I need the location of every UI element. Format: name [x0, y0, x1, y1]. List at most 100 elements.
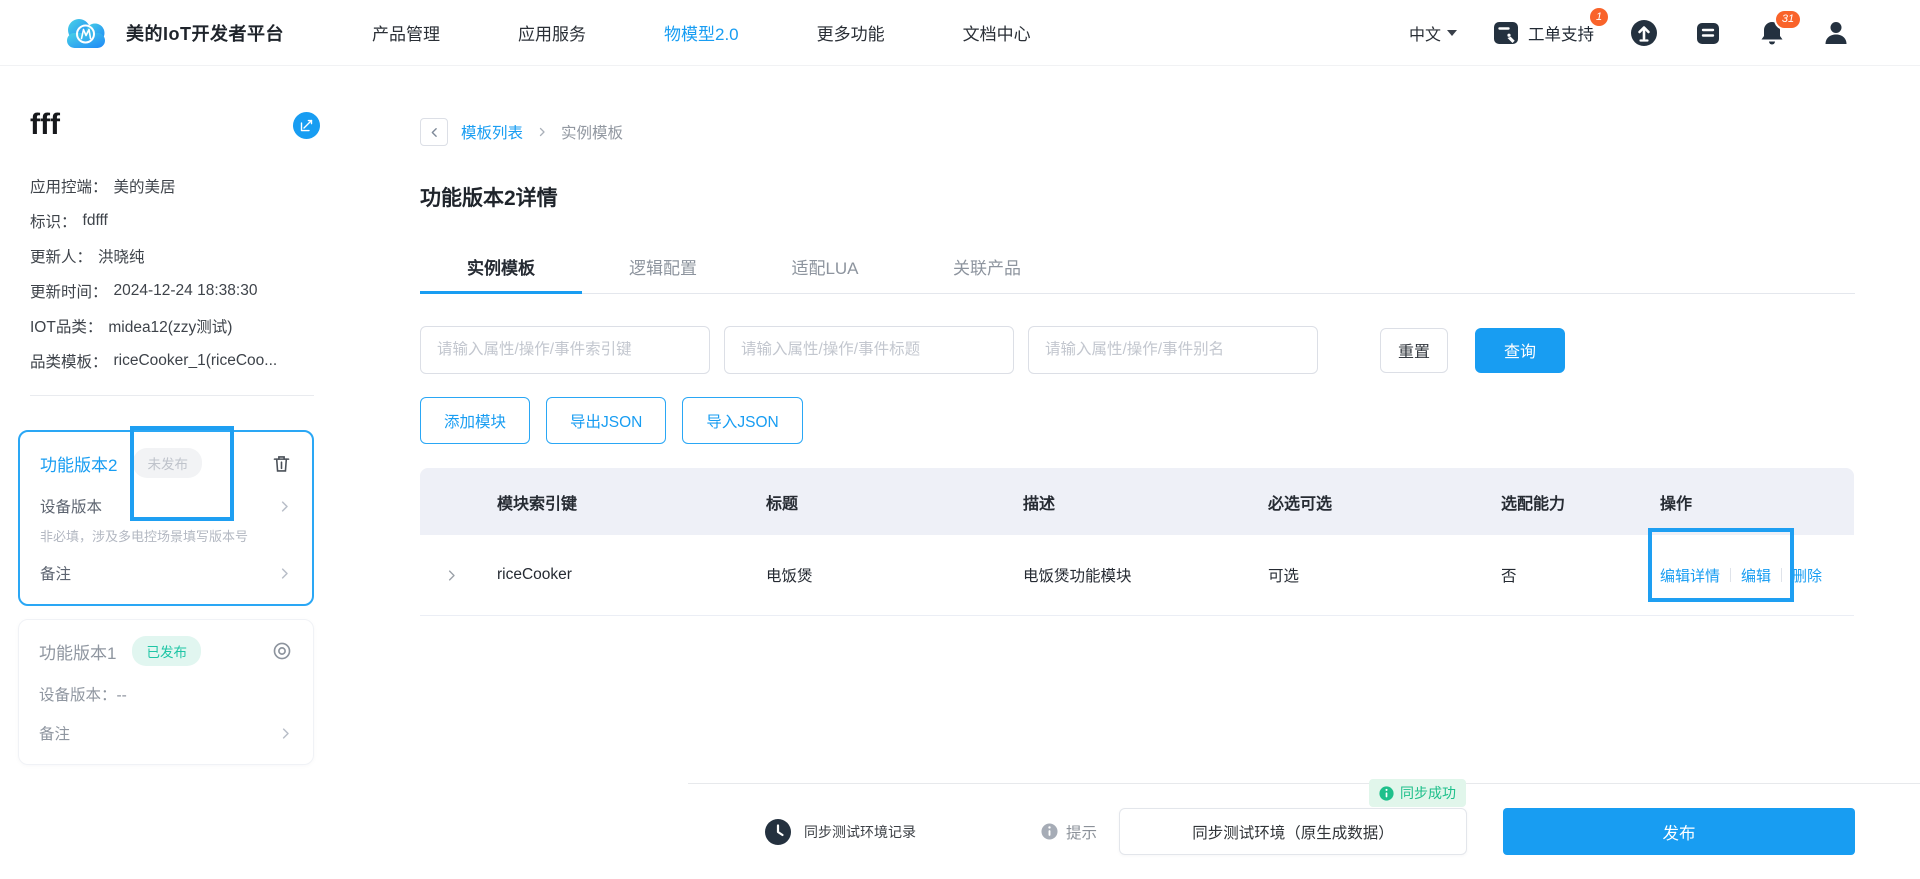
status-badge-published: 已发布 [132, 636, 201, 666]
cell-optional-ability: 否 [1501, 564, 1660, 586]
nav-product-management[interactable]: 产品管理 [372, 20, 440, 45]
cell-actions: 编辑详情 编辑 删除 [1660, 565, 1854, 586]
template-details: 应用控端：美的美居 标识：fdfff 更新人：洪晓纯 更新时间：2024-12-… [30, 168, 314, 378]
col-optional-ability: 选配能力 [1501, 490, 1660, 514]
upload-circle-icon [1630, 19, 1658, 47]
brand: 美的IoT开发者平台 [62, 14, 284, 52]
toast-label: 同步成功 [1400, 783, 1456, 803]
sync-record-button[interactable]: 同步测试环境记录 [764, 818, 916, 846]
cell-title: 电饭煲 [766, 564, 1023, 586]
version-name[interactable]: 功能版本1 [39, 639, 116, 664]
tab-instance-template[interactable]: 实例模板 [420, 254, 582, 293]
cell-description: 电饭煲功能模块 [1023, 564, 1268, 586]
sync-success-toast: 同步成功 [1369, 779, 1466, 807]
device-version-hint: 非必填，涉及多电控场景填写版本号 [40, 526, 292, 545]
row-expand-button[interactable] [420, 568, 497, 583]
detail-iot-category: IOT品类：midea12(zzy测试) [30, 308, 314, 343]
view-version-button[interactable] [271, 640, 293, 662]
account-button[interactable] [1822, 19, 1850, 47]
chevron-right-icon [277, 566, 292, 581]
edit-detail-link[interactable]: 编辑详情 [1660, 565, 1720, 586]
delete-link[interactable]: 删除 [1792, 565, 1822, 586]
nav-more-features[interactable]: 更多功能 [817, 20, 885, 45]
device-version-row[interactable]: 设备版本 [40, 495, 292, 517]
filter-key-input[interactable] [420, 326, 710, 374]
version-card-1[interactable]: 功能版本1 已发布 设备版本：-- 备注 [18, 619, 314, 765]
midea-cloud-logo-icon [62, 14, 112, 52]
back-button[interactable] [420, 118, 448, 146]
import-json-button[interactable]: 导入JSON [682, 397, 802, 444]
breadcrumb-template-list[interactable]: 模板列表 [461, 121, 523, 143]
ticket-badge: 1 [1590, 8, 1608, 26]
brand-name: 美的IoT开发者平台 [126, 20, 284, 46]
footer-bar: 同步测试环境记录 提示 同步测试环境（原生成数据） [688, 783, 1920, 879]
nav-thing-model[interactable]: 物模型2.0 [664, 20, 739, 45]
info-icon [1041, 823, 1058, 840]
ticket-icon [1493, 20, 1519, 46]
tab-logic-config[interactable]: 逻辑配置 [582, 254, 744, 293]
page-title: 功能版本2详情 [420, 182, 1855, 212]
template-title: fff [30, 110, 60, 140]
device-version-row: 设备版本：-- [39, 683, 293, 705]
chevron-right-icon [444, 568, 459, 583]
tip-label: 提示 [1066, 821, 1097, 843]
chevron-right-icon [277, 499, 292, 514]
trash-icon [271, 453, 292, 474]
breadcrumb-current: 实例模板 [561, 121, 623, 143]
info-icon [1379, 786, 1394, 801]
table-row: riceCooker 电饭煲 电饭煲功能模块 可选 否 编辑详情 编辑 删除 [420, 535, 1854, 616]
tip: 提示 [1041, 821, 1097, 843]
note-row[interactable]: 备注 [39, 722, 293, 744]
detail-updater: 更新人：洪晓纯 [30, 238, 314, 273]
topbar: 美的IoT开发者平台 产品管理 应用服务 物模型2.0 更多功能 文档中心 中文… [0, 0, 1920, 66]
edit-template-button[interactable] [293, 112, 320, 139]
delete-version-button[interactable] [271, 453, 292, 474]
divider [30, 395, 314, 396]
notifications-button[interactable]: 31 [1758, 19, 1786, 47]
version-name[interactable]: 功能版本2 [40, 451, 117, 476]
filter-title-input[interactable] [724, 326, 1014, 374]
sync-record-label: 同步测试环境记录 [804, 822, 916, 842]
note-row[interactable]: 备注 [40, 562, 292, 584]
user-icon [1822, 19, 1850, 47]
status-badge-unpublished: 未发布 [133, 448, 202, 478]
divider [1730, 568, 1731, 582]
detail-app-client: 应用控端：美的美居 [30, 168, 314, 203]
chevron-left-icon [428, 126, 441, 139]
search-button[interactable]: 查询 [1475, 328, 1565, 373]
module-action-bar: 添加模块 导出JSON 导入JSON [420, 397, 1855, 444]
col-description: 描述 [1023, 490, 1268, 514]
nav-app-services[interactable]: 应用服务 [518, 20, 586, 45]
divider [1781, 568, 1782, 582]
language-label: 中文 [1409, 21, 1441, 45]
edit-link[interactable]: 编辑 [1741, 565, 1771, 586]
calendar-button[interactable] [1694, 19, 1722, 47]
main-nav: 产品管理 应用服务 物模型2.0 更多功能 文档中心 [372, 20, 1031, 45]
upload-button[interactable] [1630, 19, 1658, 47]
sync-test-env-button[interactable]: 同步测试环境（原生成数据） 同步成功 [1119, 808, 1467, 855]
ticket-support[interactable]: 工单支持 1 [1493, 20, 1594, 46]
table-header: 模块索引键 标题 描述 必选可选 选配能力 操作 [420, 468, 1854, 535]
topbar-right: 中文 工单支持 1 [1409, 19, 1850, 47]
language-selector[interactable]: 中文 [1409, 21, 1457, 45]
notifications-badge: 31 [1776, 11, 1800, 28]
chevron-down-icon [1447, 30, 1457, 36]
detail-update-time: 更新时间：2024-12-24 18:38:30 [30, 273, 314, 308]
detail-identifier: 标识：fdfff [30, 203, 314, 238]
export-json-button[interactable]: 导出JSON [546, 397, 666, 444]
reset-button[interactable]: 重置 [1380, 328, 1448, 373]
detail-category-template: 品类模板：riceCooker_1(riceCoo... [30, 343, 314, 378]
breadcrumb: 模板列表 实例模板 [420, 118, 1855, 146]
tab-adapt-lua[interactable]: 适配LUA [744, 254, 906, 293]
sidebar: fff 应用控端：美的美居 标识：fdfff 更新人：洪晓纯 更新时间：2024… [0, 66, 344, 879]
nav-doc-center[interactable]: 文档中心 [963, 20, 1031, 45]
col-required: 必选可选 [1268, 490, 1501, 514]
publish-button[interactable]: 发布 [1503, 808, 1855, 855]
calendar-icon [1694, 19, 1722, 47]
version-card-2[interactable]: 功能版本2 未发布 设备版本 非必填，涉及多电控场景填写版本号 备注 [18, 430, 314, 606]
add-module-button[interactable]: 添加模块 [420, 397, 530, 444]
cell-required: 可选 [1268, 564, 1501, 586]
cell-module-key: riceCooker [497, 566, 766, 584]
tab-related-products[interactable]: 关联产品 [906, 254, 1068, 293]
filter-alias-input[interactable] [1028, 326, 1318, 374]
